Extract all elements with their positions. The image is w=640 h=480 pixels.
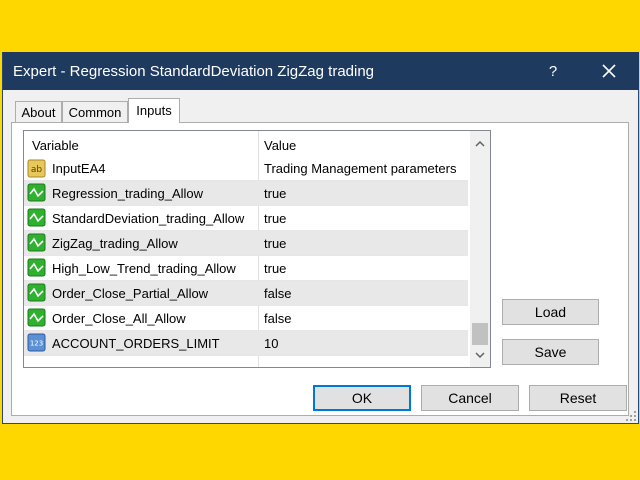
load-button[interactable]: Load [502, 299, 599, 325]
scroll-up-button[interactable] [470, 133, 490, 153]
scroll-thumb[interactable] [472, 323, 488, 345]
variable-value[interactable]: 10 [264, 336, 278, 351]
save-button-label: Save [534, 344, 567, 360]
tab-inputs[interactable]: Inputs [128, 98, 180, 123]
tab-common[interactable]: Common [62, 101, 128, 122]
cancel-button[interactable]: Cancel [421, 385, 519, 411]
ok-button[interactable]: OK [313, 385, 411, 411]
table-row[interactable]: 123 ACCOUNT_ORDERS_LIMIT 10 [24, 331, 468, 356]
chevron-up-icon [475, 140, 485, 147]
table-row[interactable]: High_Low_Trend_trading_Allow true [24, 256, 468, 281]
titlebar: Expert - Regression StandardDeviation Zi… [3, 52, 639, 90]
tab-about[interactable]: About [15, 101, 62, 122]
table-row[interactable]: ab InputEA4 Trading Management parameter… [24, 157, 468, 181]
variable-name: ZigZag_trading_Allow [52, 236, 178, 251]
bool-input-icon [27, 183, 46, 202]
window-title: Expert - Regression StandardDeviation Zi… [13, 63, 375, 80]
bool-input-icon [27, 208, 46, 227]
number-input-icon: 123 [27, 333, 46, 352]
close-button[interactable] [589, 52, 629, 90]
scroll-down-button[interactable] [470, 345, 490, 365]
variable-name: Regression_trading_Allow [52, 186, 204, 201]
ok-button-label: OK [351, 390, 373, 406]
save-button[interactable]: Save [502, 339, 599, 365]
text-input-icon: ab [27, 159, 46, 178]
variable-name: StandardDeviation_trading_Allow [52, 211, 245, 226]
number-input-icon-label: 123 [30, 340, 43, 348]
vertical-scrollbar[interactable] [470, 131, 490, 367]
column-header-value[interactable]: Value [264, 138, 296, 153]
text-input-icon-label: ab [31, 165, 43, 175]
bool-input-icon [27, 258, 46, 277]
close-icon [602, 64, 616, 78]
variable-value[interactable]: true [264, 261, 286, 276]
reset-button[interactable]: Reset [529, 385, 627, 411]
load-button-label: Load [534, 304, 567, 320]
variable-value[interactable]: false [264, 286, 291, 301]
bool-input-icon [27, 233, 46, 252]
tab-inputs-label: Inputs [136, 103, 172, 118]
variable-name: Order_Close_Partial_Allow [52, 286, 209, 301]
variable-name: ACCOUNT_ORDERS_LIMIT [52, 336, 220, 351]
chevron-down-icon [475, 351, 485, 358]
bool-input-icon [27, 308, 46, 327]
table-row[interactable]: StandardDeviation_trading_Allow true [24, 206, 468, 231]
variable-value[interactable]: true [264, 211, 286, 226]
variable-name: High_Low_Trend_trading_Allow [52, 261, 236, 276]
variable-name: Order_Close_All_Allow [52, 311, 186, 326]
grid-rows: ab InputEA4 Trading Management parameter… [24, 157, 468, 356]
bool-input-icon [27, 283, 46, 302]
reset-button-label: Reset [559, 390, 597, 406]
table-row[interactable]: Order_Close_All_Allow false [24, 306, 468, 331]
help-button[interactable]: ? [535, 52, 571, 90]
variable-name: InputEA4 [52, 161, 106, 176]
resize-grip-icon[interactable] [626, 411, 636, 421]
table-row[interactable]: Regression_trading_Allow true [24, 181, 468, 206]
grid-header: Variable Value [24, 131, 468, 157]
inputs-grid[interactable]: Variable Value ab InputEA4 Trading Manag… [23, 130, 491, 368]
variable-value[interactable]: false [264, 311, 291, 326]
cancel-button-label: Cancel [448, 390, 492, 406]
tab-about-label: About [21, 105, 56, 120]
variable-value[interactable]: Trading Management parameters [264, 161, 456, 176]
table-row[interactable]: ZigZag_trading_Allow true [24, 231, 468, 256]
variable-value[interactable]: true [264, 186, 286, 201]
variable-value[interactable]: true [264, 236, 286, 251]
table-row[interactable]: Order_Close_Partial_Allow false [24, 281, 468, 306]
help-icon: ? [548, 62, 558, 80]
background-top [0, 0, 640, 52]
tab-common-label: Common [68, 105, 122, 120]
column-header-variable[interactable]: Variable [32, 138, 79, 153]
